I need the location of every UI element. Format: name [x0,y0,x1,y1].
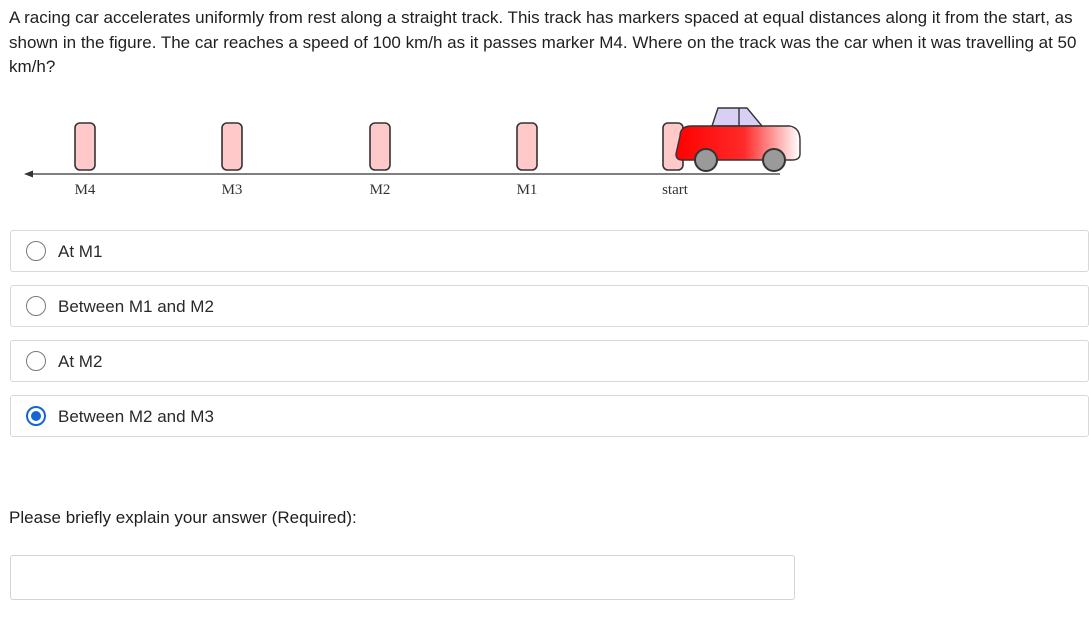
marker-label-m3: M3 [222,182,243,198]
option-label: At M2 [58,352,103,371]
marker-m1: M1 [516,122,538,198]
radio-button[interactable] [26,351,46,371]
explanation-label: Please briefly explain your answer (Requ… [9,508,357,527]
marker-label-m2: M2 [370,182,391,198]
car-icon [675,107,801,172]
option-at-m2[interactable]: At M2 [10,340,1089,382]
track-line [24,170,780,178]
option-at-m1[interactable]: At M1 [10,230,1089,272]
option-label: Between M2 and M3 [58,407,214,426]
marker-label-m4: M4 [75,182,96,198]
answer-options: At M1 Between M1 and M2 At M2 Between M2… [10,230,1089,450]
radio-button[interactable] [26,296,46,316]
option-label: At M1 [58,242,103,261]
radio-button-selected[interactable] [26,406,46,426]
marker-label-start: start [662,182,689,198]
track-figure: M4 M3 M2 M1 start [20,100,810,205]
option-between-m1-m2[interactable]: Between M1 and M2 [10,285,1089,327]
marker-label-m1: M1 [517,182,538,198]
radio-button[interactable] [26,241,46,261]
track-diagram: M4 M3 M2 M1 start [24,107,801,198]
marker-m3: M3 [221,122,243,198]
option-label: Between M1 and M2 [58,297,214,316]
marker-m2: M2 [369,122,391,198]
option-between-m2-m3[interactable]: Between M2 and M3 [10,395,1089,437]
explanation-input[interactable] [10,555,795,600]
marker-m4: M4 [74,122,96,198]
question-text: A racing car accelerates uniformly from … [9,8,1077,76]
